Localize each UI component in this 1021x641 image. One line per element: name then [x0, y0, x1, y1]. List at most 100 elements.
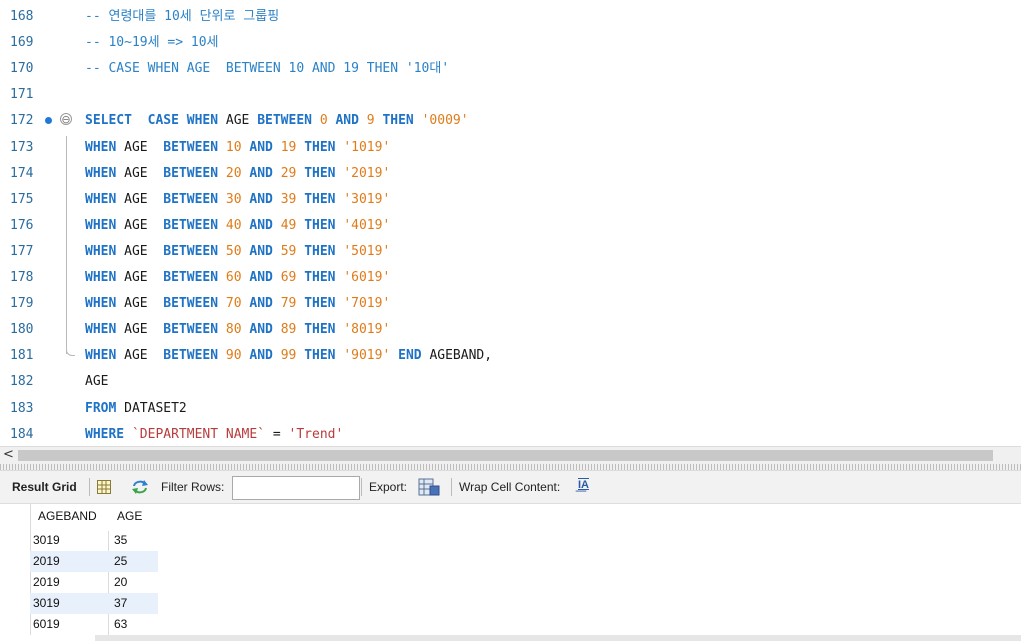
cell-ageband[interactable]: 2019 [33, 554, 60, 568]
code-token: BETWEEN [163, 348, 226, 364]
code-token: WHEN [85, 165, 125, 181]
code-token: BETWEEN [163, 296, 226, 312]
result-grid-tab[interactable]: Result Grid [12, 480, 77, 494]
code-line[interactable]: 182 AGE [0, 371, 1021, 397]
fold-toggle-icon[interactable]: ⊖ [60, 113, 72, 126]
code-token: 70 [225, 296, 250, 312]
code-line[interactable]: 174 WHEN AGE BETWEEN 20 AND 29 THEN '2019… [0, 163, 1021, 189]
code-text: WHEN AGE BETWEEN 60 AND 69 THEN '6019' [85, 270, 390, 286]
scrollbar-thumb[interactable] [18, 450, 993, 461]
code-token: AND [249, 243, 281, 259]
column-header-ageband[interactable]: AGEBAND [38, 509, 97, 529]
code-token: SELECT CASE WHEN [85, 113, 226, 129]
code-line[interactable]: 183 FROM DATASET2 [0, 398, 1021, 424]
code-token: AGE [124, 322, 164, 338]
code-token: WHERE [85, 426, 132, 442]
code-line[interactable]: 175 WHEN AGE BETWEEN 30 AND 39 THEN '3019… [0, 189, 1021, 215]
code-token: WHEN [85, 348, 125, 364]
code-line[interactable]: 180 WHEN AGE BETWEEN 80 AND 89 THEN '8019… [0, 319, 1021, 345]
code-line[interactable]: 169 -- 10~19세 => 10세 [0, 32, 1021, 58]
code-text: WHEN AGE BETWEEN 50 AND 59 THEN '5019' [85, 244, 390, 260]
table-row[interactable]: 2019 25 [30, 551, 158, 572]
filter-rows-input[interactable] [232, 476, 360, 500]
cell-age[interactable]: 20 [114, 575, 127, 589]
panel-splitter[interactable] [0, 464, 1021, 471]
grid-horizontal-scrollbar[interactable] [95, 635, 1021, 641]
code-token: AGE [124, 139, 164, 155]
code-line[interactable]: 176 WHEN AGE BETWEEN 40 AND 49 THEN '4019… [0, 215, 1021, 241]
code-line[interactable]: 172 ⊖ SELECT CASE WHEN AGE BETWEEN 0 AND 9… [0, 110, 1021, 136]
code-token: BETWEEN [163, 191, 226, 207]
code-token: THEN [304, 217, 344, 233]
toolbar-separator [451, 478, 452, 496]
cell-age[interactable]: 35 [114, 533, 127, 547]
code-line[interactable]: 177 WHEN AGE BETWEEN 50 AND 59 THEN '5019… [0, 241, 1021, 267]
code-line[interactable]: 184 WHERE `DEPARTMENT NAME` = 'Trend' [0, 424, 1021, 446]
code-token: 'Trend' [288, 426, 344, 442]
code-token: 30 [225, 191, 250, 207]
code-token: THEN [304, 296, 344, 312]
code-token: WHEN [85, 139, 125, 155]
code-token: THEN [304, 165, 344, 181]
code-token: AGE [124, 348, 164, 364]
code-token: AND [335, 113, 367, 129]
code-token: -- CASE WHEN AGE BETWEEN 10 AND 19 THEN … [85, 61, 450, 77]
line-number: 174 [10, 165, 34, 181]
cell-ageband[interactable]: 6019 [33, 617, 60, 631]
export-label: Export: [369, 480, 408, 494]
code-token: 49 [280, 217, 305, 233]
code-line[interactable]: 168 -- 연령대를 10세 단위로 그룹핑 [0, 6, 1021, 32]
toolbar-separator [89, 478, 90, 496]
wrap-cell-toggle-icon[interactable]: I͟A [578, 479, 589, 491]
cell-age[interactable]: 63 [114, 617, 127, 631]
cell-ageband[interactable]: 2019 [33, 575, 60, 589]
line-number: 184 [10, 426, 34, 442]
code-token: THEN [304, 191, 344, 207]
cell-ageband[interactable]: 3019 [33, 596, 60, 610]
code-line[interactable]: 170 -- CASE WHEN AGE BETWEEN 10 AND 19 TH… [0, 58, 1021, 84]
line-number: 179 [10, 296, 34, 312]
code-text: WHEN AGE BETWEEN 20 AND 29 THEN '2019' [85, 166, 390, 182]
cell-age[interactable]: 37 [114, 596, 127, 610]
code-token: BETWEEN [163, 270, 226, 285]
code-token: 20 [225, 165, 250, 181]
line-number: 175 [10, 191, 34, 207]
sql-editor[interactable]: 168 -- 연령대를 10세 단위로 그룹핑 169 -- 10~19세 => 10… [0, 0, 1021, 446]
line-number: 172 [10, 113, 34, 129]
cell-age[interactable]: 25 [114, 554, 127, 568]
code-token: 79 [280, 296, 305, 312]
table-row[interactable]: 3019 37 [30, 593, 158, 614]
code-token: WHEN [85, 296, 125, 312]
toolbar-separator [361, 478, 362, 496]
code-line[interactable]: 181 WHEN AGE BETWEEN 90 AND 99 THEN '9019… [0, 345, 1021, 371]
code-token: 80 [225, 322, 250, 338]
code-line[interactable]: 179 WHEN AGE BETWEEN 70 AND 79 THEN '7019… [0, 293, 1021, 319]
code-token: END [398, 348, 430, 364]
code-token: '8019' [343, 322, 391, 338]
code-token: '1019' [343, 139, 391, 155]
grid-layout-icon[interactable] [97, 480, 111, 497]
code-text: SELECT CASE WHEN AGE BETWEEN 0 AND 9 THE… [85, 113, 469, 129]
result-grid: AGEBAND AGE 3019 35 2019 25 2019 20 3019… [0, 504, 1021, 641]
cell-ageband[interactable]: 3019 [33, 533, 60, 547]
code-token: 10 [225, 139, 250, 155]
code-line[interactable]: 171 [0, 84, 1021, 110]
line-number: 180 [10, 322, 34, 338]
code-token: 90 [225, 348, 250, 364]
export-icon[interactable] [418, 478, 440, 499]
table-row[interactable]: 6019 63 [30, 614, 158, 635]
code-token: 29 [280, 165, 305, 181]
row-header-column [0, 504, 31, 635]
line-number: 177 [10, 243, 34, 259]
column-header-age[interactable]: AGE [117, 509, 142, 529]
code-line[interactable]: 173 WHEN AGE BETWEEN 10 AND 19 THEN '1019… [0, 137, 1021, 163]
code-token: AGE [225, 113, 258, 129]
scroll-left-arrow-icon[interactable]: < [3, 447, 14, 462]
code-line[interactable]: 178 WHEN AGE BETWEEN 60 AND 69 THEN '6019… [0, 267, 1021, 293]
refresh-icon[interactable] [131, 479, 149, 498]
code-token: AND [249, 165, 281, 181]
code-token: BETWEEN [163, 217, 226, 233]
editor-horizontal-scrollbar[interactable]: < [0, 446, 1021, 464]
table-row[interactable]: 3019 35 [30, 530, 158, 551]
table-row[interactable]: 2019 20 [30, 572, 158, 593]
